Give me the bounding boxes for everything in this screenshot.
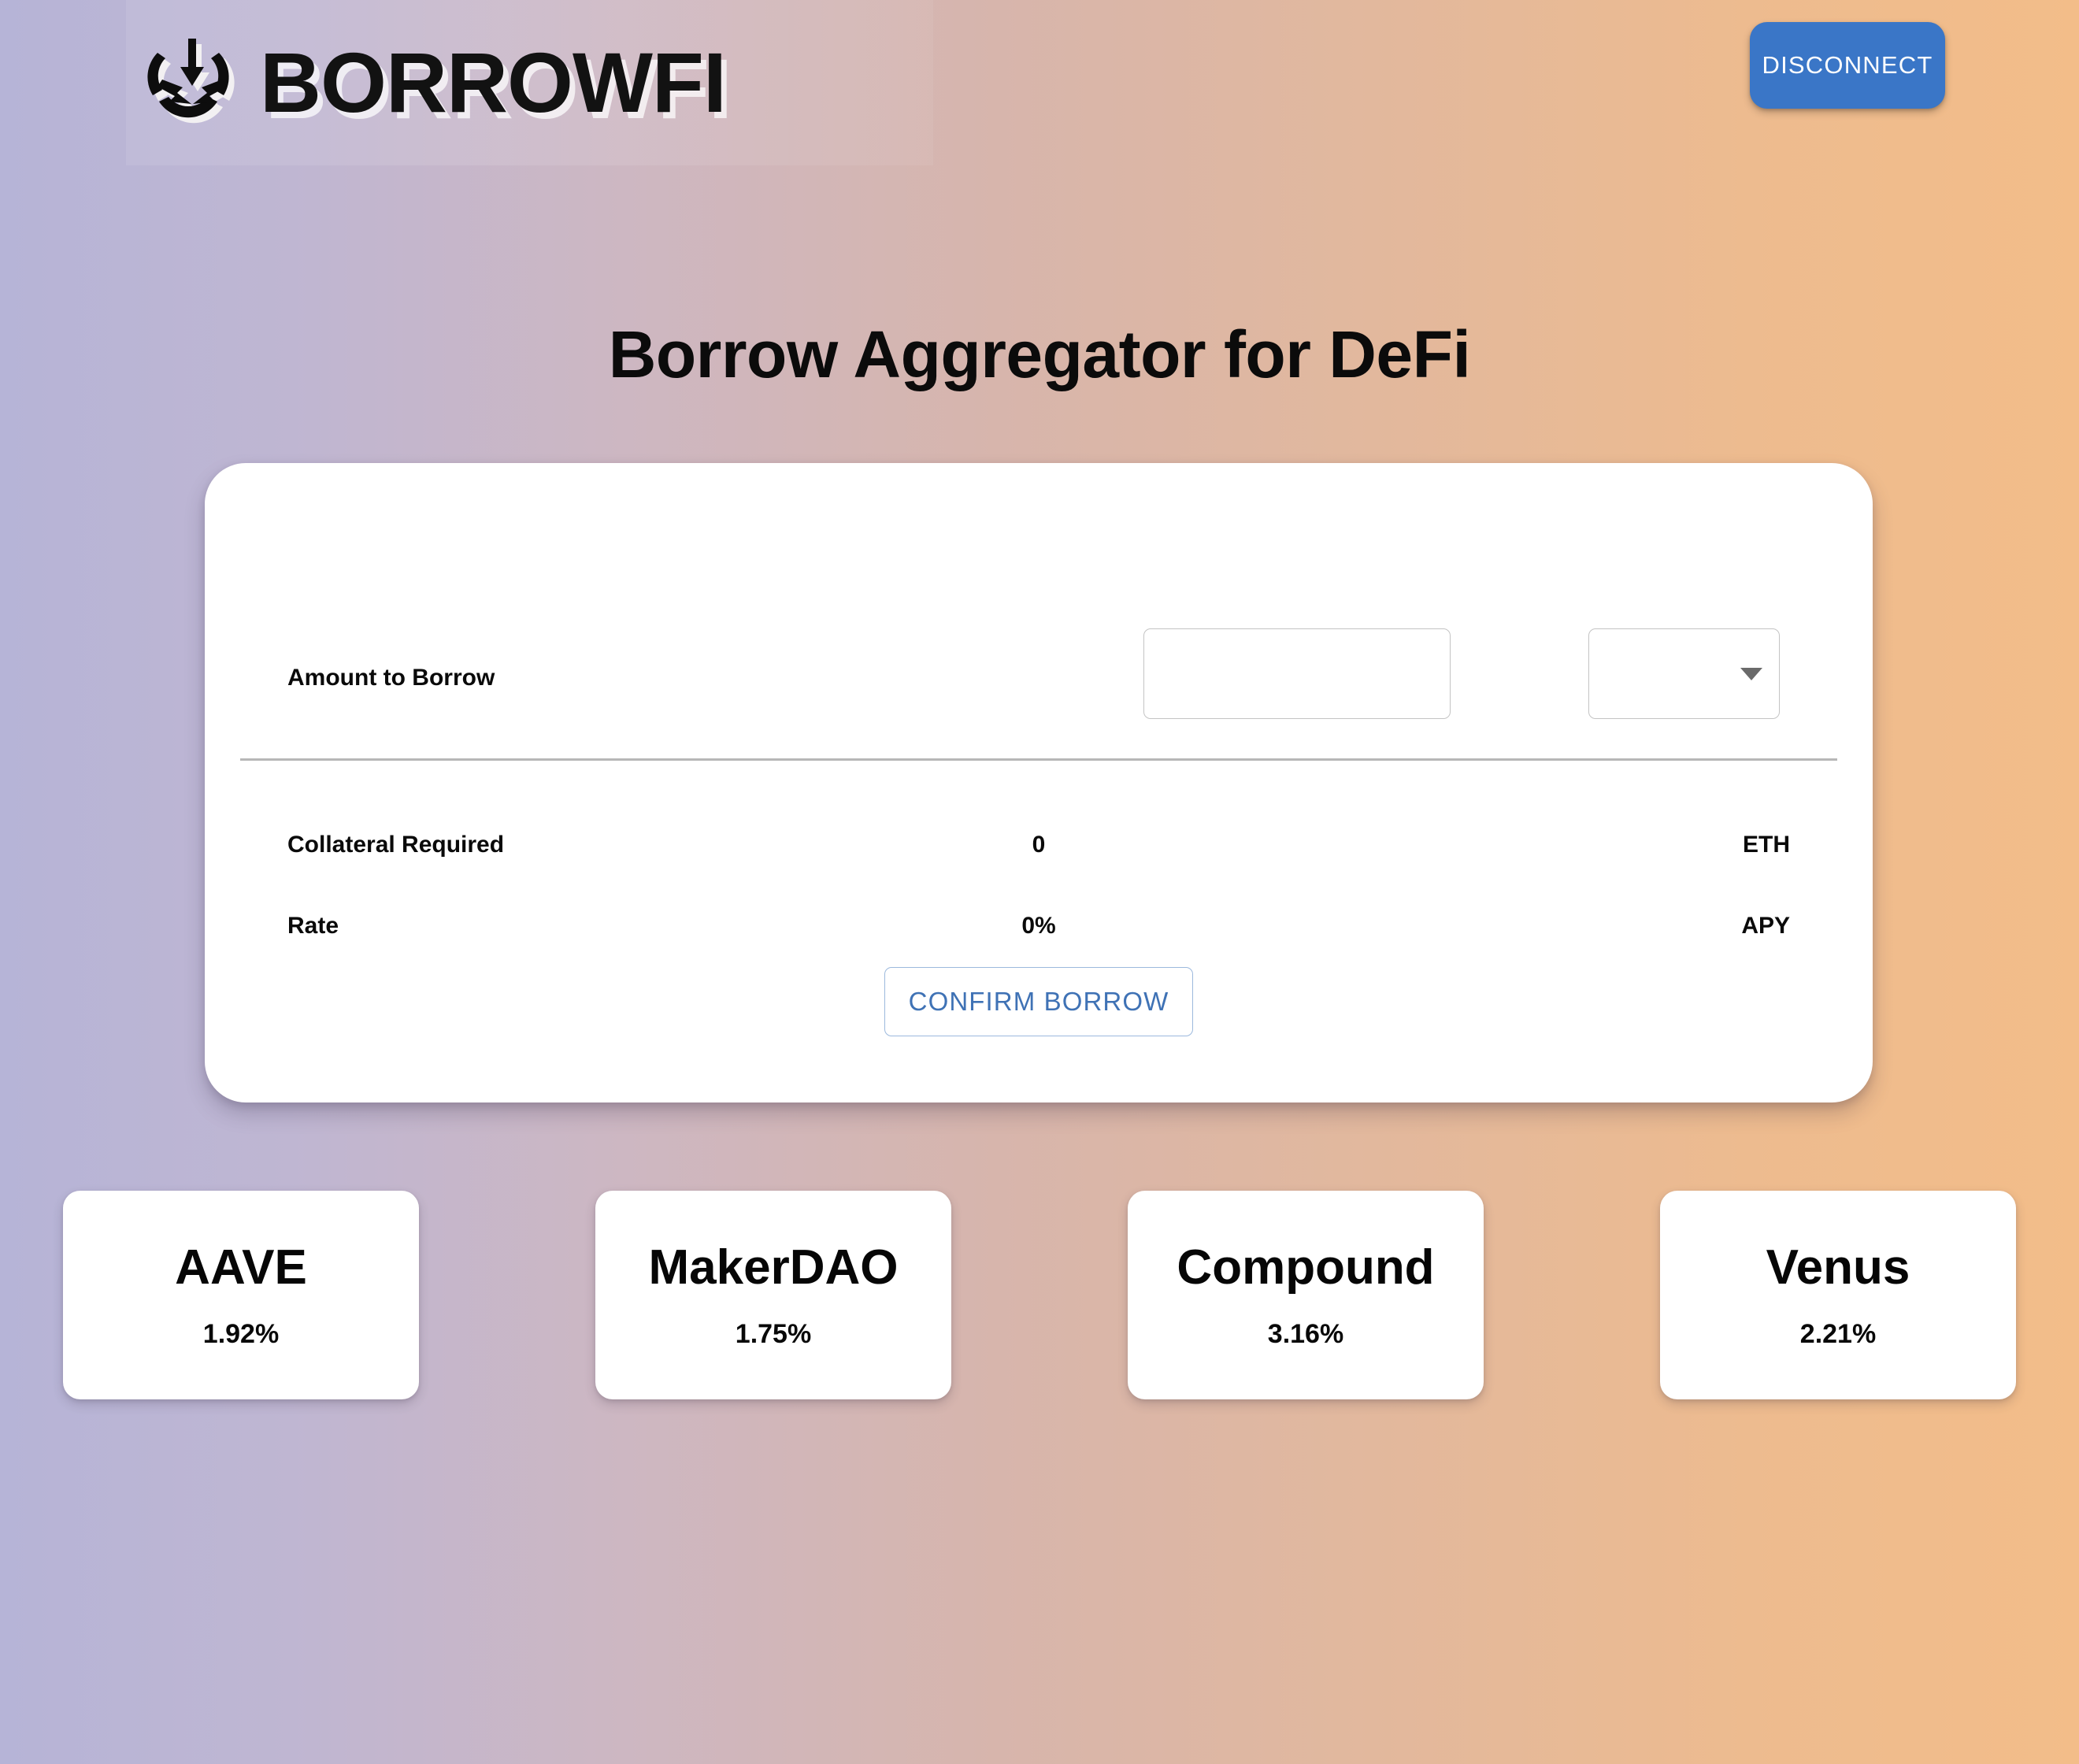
protocol-card-venus[interactable]: Venus 2.21% — [1660, 1191, 2016, 1399]
protocol-card-aave[interactable]: AAVE 1.92% — [63, 1191, 419, 1399]
protocol-name: Compound — [1177, 1240, 1435, 1295]
rate-value: 0% — [1021, 913, 1056, 939]
amount-input[interactable] — [1143, 628, 1451, 719]
protocol-rates-grid: AAVE 1.92% MakerDAO 1.75% Compound 3.16%… — [63, 1191, 2016, 1399]
brand-name: BORROWFI — [260, 35, 727, 130]
collateral-required-unit: ETH — [1743, 832, 1790, 858]
protocol-name: AAVE — [175, 1240, 307, 1295]
protocol-rate: 3.16% — [1267, 1318, 1344, 1349]
collateral-required-row: Collateral Required 0 ETH — [240, 825, 1837, 865]
page-title: Borrow Aggregator for DeFi — [608, 317, 1471, 391]
protocol-card-makerdao[interactable]: MakerDAO 1.75% — [595, 1191, 951, 1399]
protocol-card-compound[interactable]: Compound 3.16% — [1128, 1191, 1484, 1399]
protocol-name: MakerDAO — [648, 1240, 899, 1295]
token-select[interactable] — [1588, 628, 1780, 719]
rate-row: Rate 0% APY — [240, 906, 1837, 946]
borrow-form-card: Amount to Borrow Collateral Required 0 E… — [205, 463, 1873, 1102]
aggregate-arrows-icon — [146, 34, 241, 132]
token-select-wrapper — [1588, 628, 1780, 719]
protocol-name: Venus — [1766, 1240, 1910, 1295]
disconnect-button[interactable]: DISCONNECT — [1750, 22, 1945, 109]
app-header: BORROWFI DISCONNECT — [0, 0, 2079, 165]
amount-to-borrow-label: Amount to Borrow — [287, 665, 495, 691]
protocol-rate: 1.75% — [735, 1318, 812, 1349]
rate-unit: APY — [1741, 913, 1790, 939]
collateral-required-value: 0 — [1032, 832, 1046, 858]
protocol-rate: 2.21% — [1799, 1318, 1877, 1349]
form-divider — [240, 758, 1837, 761]
brand-logo[interactable]: BORROWFI — [126, 0, 933, 165]
confirm-borrow-button[interactable]: CONFIRM BORROW — [884, 967, 1194, 1036]
protocol-rate: 1.92% — [202, 1318, 280, 1349]
amount-to-borrow-row: Amount to Borrow — [240, 611, 1837, 745]
confirm-button-wrapper: CONFIRM BORROW — [240, 967, 1837, 1036]
